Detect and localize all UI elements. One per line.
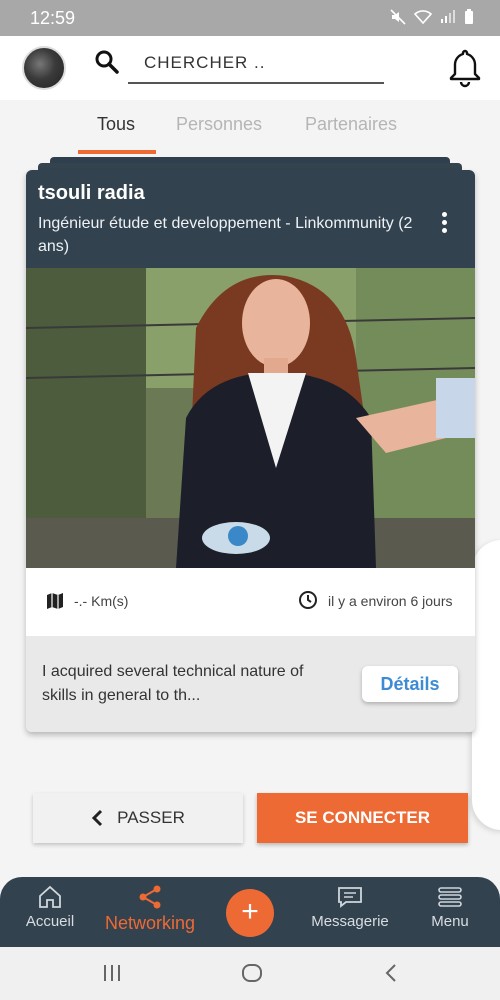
card-footer: I acquired several technical nature of s… (26, 636, 475, 732)
nav-label-messagerie: Messagerie (311, 913, 389, 930)
status-icons (390, 9, 474, 30)
search-input[interactable] (128, 44, 384, 84)
profile-card[interactable]: tsouli radia Ingénieur étude et developp… (26, 170, 475, 732)
filter-tabs: Tous Personnes Partenaires (0, 100, 500, 156)
more-options-icon[interactable] (436, 210, 452, 236)
home-icon (39, 885, 61, 908)
avatar[interactable] (22, 46, 66, 90)
card-header: tsouli radia Ingénieur étude et developp… (26, 170, 475, 268)
chevron-left-icon (92, 809, 103, 827)
add-button[interactable]: + (226, 889, 274, 937)
recent-apps-icon[interactable] (100, 961, 124, 985)
menu-icon (438, 887, 462, 907)
nav-item-networking[interactable]: Networking (100, 877, 200, 947)
clock-icon (298, 590, 318, 610)
connect-button[interactable]: SE CONNECTER (257, 793, 468, 843)
profile-role: Ingénieur étude et developpement - Linko… (38, 215, 413, 255)
profile-photo (26, 268, 475, 568)
nav-label-networking: Networking (104, 913, 196, 933)
wifi-icon (413, 9, 433, 30)
bottom-nav: Accueil Networking + Messagerie Menu (0, 877, 500, 947)
tab-tous[interactable]: Tous (97, 114, 135, 135)
pass-button[interactable]: PASSER (33, 793, 243, 843)
app-header (0, 36, 500, 100)
status-time: 12:59 (30, 8, 76, 28)
status-bar: 12:59 (0, 0, 500, 36)
card-meta: -.- Km(s) il y a environ 6 jours (26, 568, 475, 636)
profile-name: tsouli radia (38, 182, 145, 204)
details-button[interactable]: Détails (362, 666, 458, 702)
nav-item-messagerie[interactable]: Messagerie (300, 877, 400, 947)
home-system-icon[interactable] (240, 961, 264, 985)
profile-summary: I acquired several technical nature of s… (42, 663, 304, 704)
nav-label-menu: Menu (431, 913, 469, 930)
message-icon (338, 887, 362, 908)
distance-text: -.- Km(s) (74, 593, 129, 609)
back-icon[interactable] (380, 961, 404, 985)
tab-personnes[interactable]: Personnes (176, 114, 262, 135)
system-nav-bar (0, 947, 500, 1000)
pass-label: PASSER (117, 808, 185, 827)
mute-icon (390, 9, 406, 30)
map-icon (46, 592, 64, 610)
signal-icon (440, 9, 456, 30)
next-card-peek (472, 540, 500, 830)
nav-label-accueil: Accueil (25, 913, 75, 930)
time-ago-text: il y a environ 6 jours (328, 593, 453, 609)
search-icon[interactable] (94, 49, 120, 75)
active-tab-indicator (78, 150, 156, 154)
battery-icon (464, 9, 474, 30)
nav-item-accueil[interactable]: Accueil (20, 877, 80, 947)
share-icon (139, 885, 161, 909)
nav-item-menu[interactable]: Menu (420, 877, 480, 947)
bell-icon[interactable] (444, 46, 486, 88)
tab-partenaires[interactable]: Partenaires (305, 114, 397, 135)
